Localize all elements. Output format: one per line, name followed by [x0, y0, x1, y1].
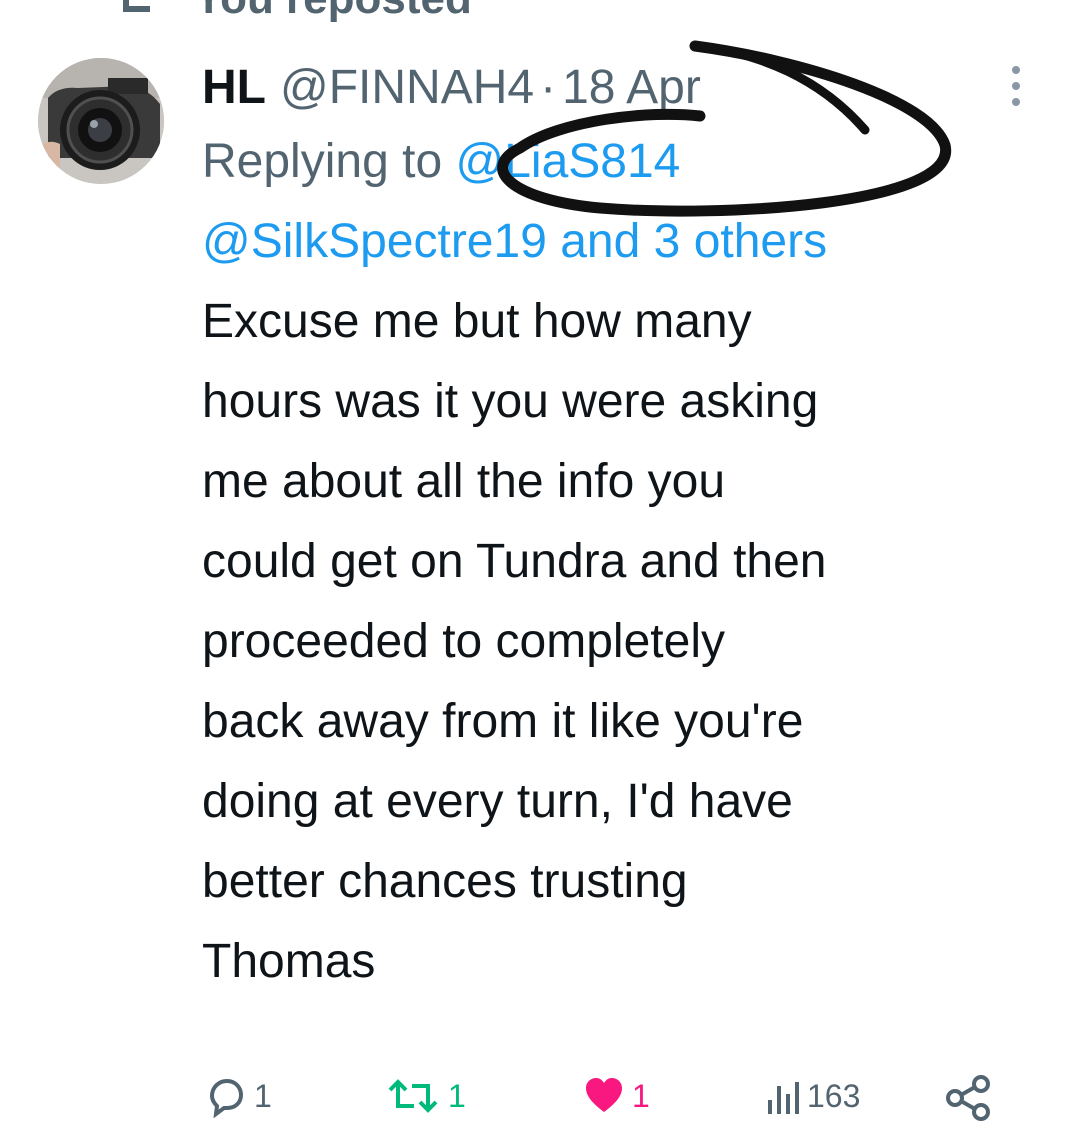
reply-icon	[209, 1078, 244, 1118]
others-link[interactable]: 3 others	[654, 215, 827, 268]
tweet-header: HL @FINNAH4 · 18 Apr	[202, 56, 1052, 120]
camera-photo	[38, 58, 164, 184]
share-button[interactable]	[945, 1074, 993, 1122]
share-icon	[946, 1075, 990, 1121]
replying-prefix: Replying to	[202, 135, 443, 188]
like-button[interactable]: 1	[582, 1074, 650, 1118]
repost-indicator: You reposted	[110, 0, 472, 24]
tweet-date[interactable]: 18 Apr	[562, 56, 701, 120]
avatar[interactable]	[38, 58, 164, 184]
tweet-text: Excuse me but how many hours was it you …	[202, 295, 827, 988]
retweet-icon	[388, 1079, 438, 1113]
retweet-button[interactable]: 1	[384, 1074, 466, 1118]
views-count: 163	[807, 1077, 861, 1114]
replying-and: and	[560, 215, 641, 268]
tweet[interactable]: HL @FINNAH4 · 18 Apr Replying to @LiaS81…	[202, 56, 1052, 1002]
separator-dot: ·	[540, 61, 557, 114]
views-icon	[768, 1082, 799, 1114]
repost-icon	[123, 0, 150, 12]
like-count: 1	[632, 1077, 650, 1114]
more-icon[interactable]	[1003, 64, 1029, 108]
repost-label: You reposted	[194, 0, 472, 24]
mention-link[interactable]: @LiaS814	[455, 135, 680, 188]
author-handle[interactable]: @FINNAH4	[280, 56, 534, 120]
retweet-count: 1	[448, 1077, 466, 1114]
replying-to-more: @SilkSpectre19 and 3 others	[202, 202, 1052, 282]
heart-icon	[586, 1078, 622, 1112]
views-button[interactable]: 163	[765, 1074, 860, 1118]
mention-link[interactable]: @SilkSpectre19	[202, 215, 547, 268]
tweet-actions: 1 1 1 163	[200, 1070, 1000, 1126]
replying-to: Replying to @LiaS814	[202, 122, 1052, 202]
author-name[interactable]: HL	[202, 56, 266, 120]
reply-count: 1	[254, 1077, 272, 1114]
reply-button[interactable]: 1	[204, 1074, 272, 1118]
